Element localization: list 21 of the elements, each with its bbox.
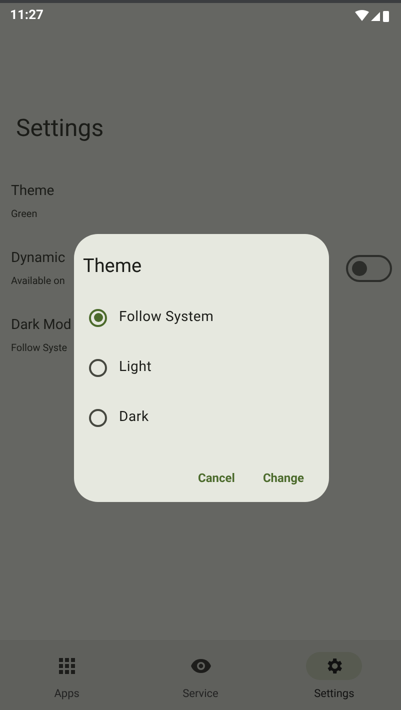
page-title: Settings bbox=[16, 114, 104, 142]
radio-option[interactable]: Light bbox=[74, 342, 329, 392]
nav-item[interactable]: Service bbox=[134, 652, 268, 702]
dialog-button[interactable]: Change bbox=[254, 462, 313, 492]
setting-title: Dynamic bbox=[11, 249, 66, 268]
eye-icon bbox=[190, 658, 212, 674]
dialog-button[interactable]: Cancel bbox=[189, 462, 244, 492]
toggle-switch[interactable] bbox=[346, 255, 392, 282]
setting-subtitle: Green bbox=[11, 208, 38, 222]
nav-item[interactable]: Settings bbox=[267, 652, 401, 702]
setting-title: Dark Mod bbox=[11, 316, 72, 335]
status-time: 11:27 bbox=[10, 6, 44, 25]
dialog-title: Theme bbox=[82, 253, 143, 279]
status-icons bbox=[355, 10, 391, 22]
setting-title: Theme bbox=[11, 182, 54, 201]
radio-option[interactable]: Dark bbox=[74, 392, 329, 442]
grid-icon bbox=[58, 657, 76, 675]
setting-subtitle: Follow Syste bbox=[11, 342, 68, 356]
radio-option[interactable]: Follow System bbox=[74, 292, 329, 342]
nav-item[interactable]: Apps bbox=[0, 652, 134, 702]
setting-subtitle: Available on bbox=[11, 275, 66, 289]
